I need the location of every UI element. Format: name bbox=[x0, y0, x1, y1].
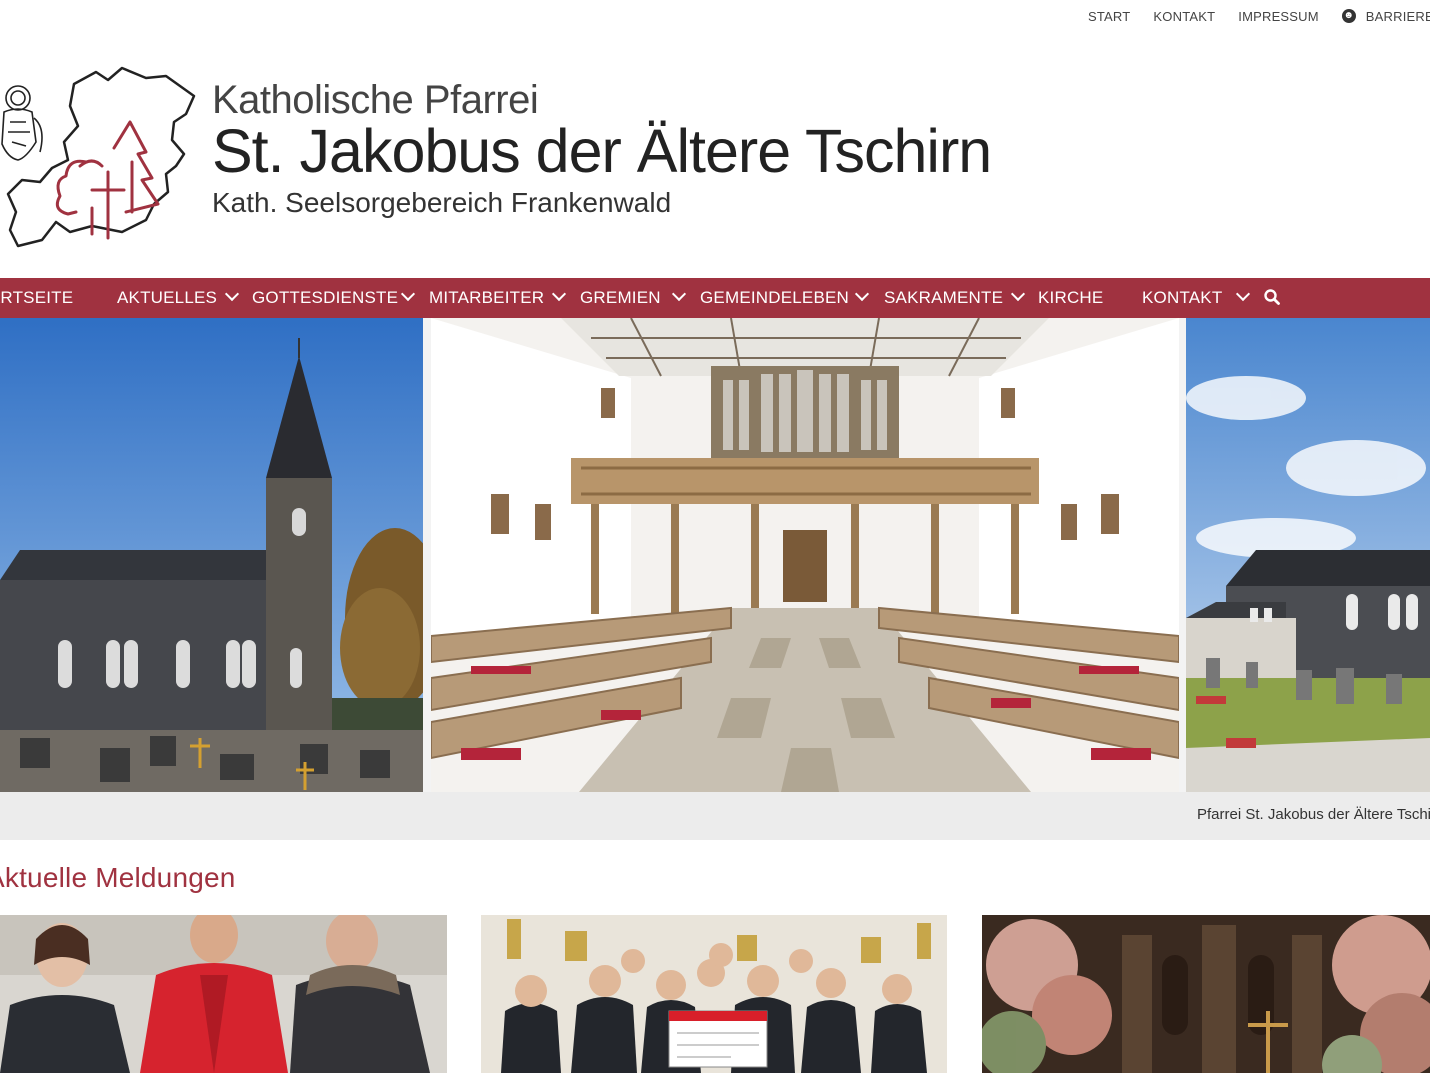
chevron-down-icon[interactable] bbox=[224, 286, 240, 302]
news-card-image-1[interactable] bbox=[0, 915, 447, 1073]
top-nav-barrierefreiheit-label: BARRIEREFREIHEIT bbox=[1365, 8, 1430, 24]
nav-item-kirche[interactable]: KIRCHE bbox=[1038, 278, 1103, 318]
hero-image-church-exterior bbox=[0, 318, 423, 792]
site-title-line2: St. Jakobus der Ältere Tschirn bbox=[212, 117, 992, 185]
news-card-image-3[interactable] bbox=[982, 915, 1430, 1073]
chevron-down-icon[interactable] bbox=[1010, 286, 1026, 302]
site-title-block[interactable]: Katholische Pfarrei St. Jakobus der Älte… bbox=[212, 76, 992, 220]
nav-item-startseite[interactable]: STARTSEITE bbox=[0, 278, 73, 318]
nav-item-gremien[interactable]: GREMIEN bbox=[580, 278, 661, 318]
parish-logo[interactable] bbox=[0, 62, 196, 252]
nav-item-sakramente[interactable]: SAKRAMENTE bbox=[884, 278, 1003, 318]
nav-item-mitarbeiter[interactable]: MITARBEITER bbox=[429, 278, 544, 318]
main-nav: STARTSEITE AKTUELLES GOTTESDIENSTE MITAR… bbox=[0, 278, 1430, 318]
chevron-down-icon[interactable] bbox=[1235, 286, 1251, 302]
top-nav-start[interactable]: START bbox=[1088, 9, 1130, 24]
chevron-down-icon[interactable] bbox=[671, 286, 687, 302]
hero-image-church-cemetery bbox=[1186, 318, 1430, 792]
top-nav-kontakt[interactable]: KONTAKT bbox=[1153, 9, 1215, 24]
accessibility-icon: ☻ bbox=[1341, 9, 1356, 23]
nav-item-kontakt[interactable]: KONTAKT bbox=[1142, 278, 1222, 318]
nav-item-gottesdienste[interactable]: GOTTESDIENSTE bbox=[252, 278, 398, 318]
nav-item-gemeindeleben[interactable]: GEMEINDELEBEN bbox=[700, 278, 849, 318]
search-icon[interactable] bbox=[1264, 289, 1280, 305]
nav-item-aktuelles[interactable]: AKTUELLES bbox=[117, 278, 217, 318]
news-card-image-2[interactable] bbox=[481, 915, 947, 1073]
chevron-down-icon[interactable] bbox=[400, 286, 416, 302]
top-nav-barrierefreiheit[interactable]: ☻ BARRIEREFREIHEIT bbox=[1341, 8, 1430, 24]
news-section-title: Aktuelle Meldungen bbox=[0, 862, 236, 893]
hero-caption-bar: Pfarrei St. Jakobus der Ältere Tschirn bbox=[0, 792, 1430, 840]
chevron-down-icon[interactable] bbox=[854, 286, 870, 302]
logo-graphic bbox=[1, 66, 196, 248]
site-title-line3: Kath. Seelsorgebereich Frankenwald bbox=[212, 187, 672, 218]
top-utility-nav: START KONTAKT IMPRESSUM ☻ BARRIEREFREIHEI… bbox=[1088, 6, 1430, 26]
top-nav-impressum[interactable]: IMPRESSUM bbox=[1238, 9, 1319, 24]
chevron-down-icon[interactable] bbox=[551, 286, 567, 302]
hero-image-church-interior bbox=[431, 318, 1179, 792]
hero-caption: Pfarrei St. Jakobus der Ältere Tschirn bbox=[1197, 806, 1430, 823]
hero-slider[interactable] bbox=[0, 318, 1430, 792]
